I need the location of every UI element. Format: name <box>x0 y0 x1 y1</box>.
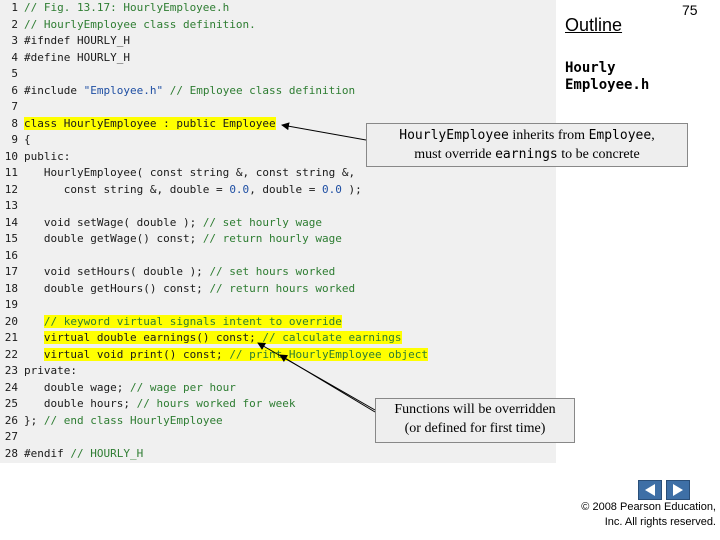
copyright-line1: © 2008 Pearson Education, <box>581 501 716 513</box>
callout-inheritance-line1: HourlyEmployee inherits from Employee, <box>367 126 687 145</box>
copyright-notice: © 2008 Pearson Education, Inc. All right… <box>560 500 716 530</box>
callout-base-name: Employee <box>588 128 652 143</box>
callout-overridden: Functions will be overridden (or defined… <box>375 398 575 443</box>
callout-overridden-line1: Functions will be overridden <box>394 402 556 417</box>
copyright-line2: Inc. All rights reserved. <box>604 516 716 528</box>
callout-comma: , <box>651 128 655 143</box>
next-slide-button[interactable] <box>666 480 690 500</box>
arrow-to-print <box>279 354 376 413</box>
callout-arrows <box>257 122 376 413</box>
arrow-to-class-line <box>281 122 367 141</box>
callout-text-3: to be concrete <box>557 147 640 162</box>
triangle-right-icon <box>673 484 683 496</box>
callout-overridden-line2: (or defined for first time) <box>404 421 546 436</box>
callout-text-2: must override <box>414 147 496 162</box>
triangle-left-icon <box>645 484 655 496</box>
previous-slide-button[interactable] <box>638 480 662 500</box>
callout-method-name: earnings <box>495 147 558 162</box>
callout-class-name: HourlyEmployee <box>399 128 509 143</box>
callout-inheritance: HourlyEmployee inherits from Employee, m… <box>366 123 688 167</box>
callout-inheritance-line2: must override earnings to be concrete <box>367 145 687 164</box>
callout-text: inherits from <box>508 128 589 143</box>
